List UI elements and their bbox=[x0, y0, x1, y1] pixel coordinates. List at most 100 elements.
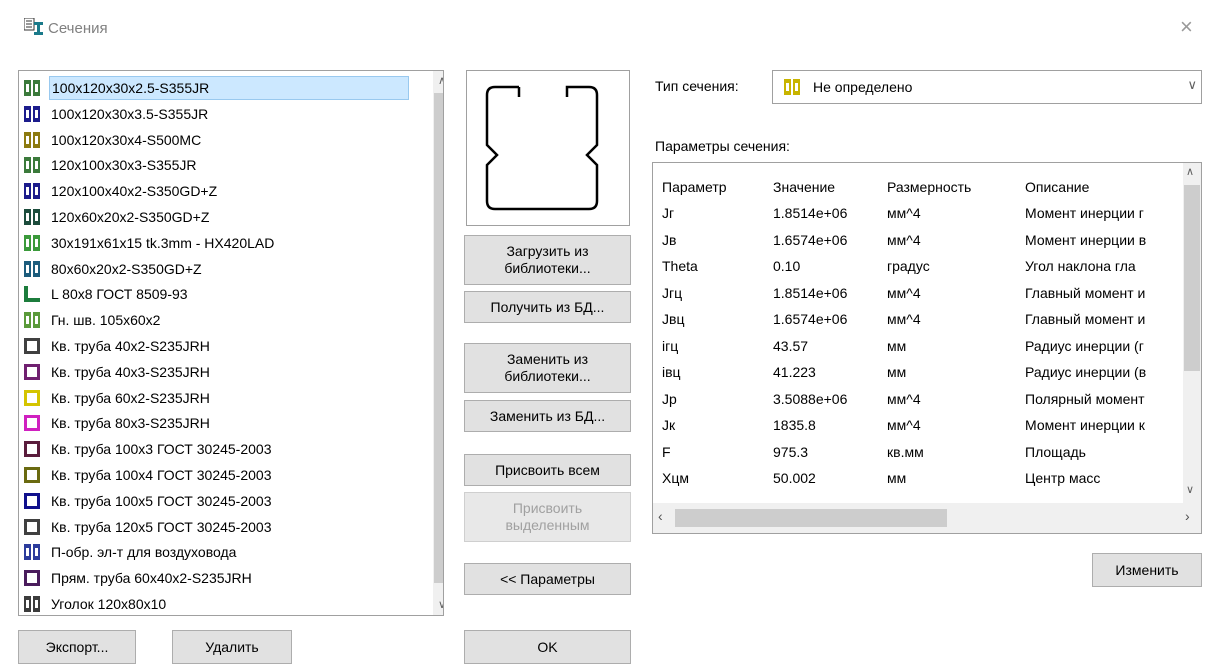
list-item-label: Гн. шв. 105x60x2 bbox=[51, 312, 161, 329]
param-cell: Theta bbox=[662, 258, 698, 274]
list-item-label: 100x120x30x4-S500MC bbox=[51, 131, 202, 148]
description-cell: Центр масс bbox=[1025, 470, 1101, 486]
scroll-down-icon[interactable]: ∨ bbox=[1186, 483, 1194, 496]
description-cell: Момент инерции к bbox=[1025, 417, 1145, 433]
table-row[interactable]: F 975.3 кв.мм Площадь bbox=[653, 440, 1183, 464]
close-icon[interactable]: × bbox=[1180, 16, 1193, 38]
section-shape-drawing bbox=[485, 85, 599, 211]
section-preview bbox=[466, 70, 630, 226]
replace-from-db-button[interactable]: Заменить из БД... bbox=[464, 400, 631, 432]
description-cell: Радиус инерции (г bbox=[1025, 337, 1144, 354]
column-header-param[interactable]: Параметр bbox=[662, 175, 770, 199]
table-horizontal-scroll-thumb[interactable] bbox=[675, 509, 947, 527]
list-item-label: 80x60x20x2-S350GD+Z bbox=[51, 260, 202, 277]
description-cell: Главный момент и bbox=[1025, 311, 1146, 327]
cold-formed-profile-icon bbox=[24, 80, 40, 96]
scroll-down-icon[interactable]: ∨ bbox=[433, 595, 443, 615]
table-row[interactable]: iгц 43.57 мм Радиус инерции (г bbox=[653, 334, 1183, 358]
section-params-table[interactable]: Параметр Значение Размерность Описание J… bbox=[652, 162, 1202, 534]
window-title: Сечения bbox=[48, 20, 108, 37]
load-from-library-button[interactable]: Загрузить из библиотеки... bbox=[464, 235, 631, 285]
sections-app-icon bbox=[24, 18, 43, 35]
angle-profile-icon bbox=[24, 286, 40, 303]
scroll-right-icon[interactable]: › bbox=[1185, 508, 1190, 524]
table-row[interactable]: Theta 0.10 градус Угол наклона гла bbox=[653, 254, 1183, 278]
scroll-up-icon[interactable]: ∧ bbox=[433, 71, 443, 91]
sections-list[interactable]: Швеллер ГОСТ 160-65-7.5Уголок 120x80x10П… bbox=[18, 70, 444, 616]
table-vertical-scroll-thumb[interactable] bbox=[1184, 185, 1200, 371]
delete-button[interactable]: Удалить bbox=[172, 630, 292, 664]
unit-cell: мм^4 bbox=[887, 417, 921, 433]
description-cell: Момент инерции в bbox=[1025, 231, 1147, 248]
parameters-toggle-button[interactable]: << Параметры bbox=[464, 563, 631, 595]
assign-selected-button[interactable]: Присвоить выделенным bbox=[464, 492, 631, 542]
list-item-label: 120x60x20x2-S350GD+Z bbox=[51, 209, 210, 225]
param-cell: F bbox=[662, 443, 671, 460]
cold-formed-profile-icon bbox=[24, 596, 40, 612]
ok-button[interactable]: OK bbox=[464, 630, 631, 664]
value-cell: 50.002 bbox=[773, 470, 816, 486]
list-item-label: Прям. труба 60x40x2-S235JRH bbox=[51, 570, 252, 587]
table-row[interactable]: Jвц 1.6574e+06 мм^4 Главный момент и bbox=[653, 307, 1183, 331]
scroll-left-icon[interactable]: ‹ bbox=[658, 508, 663, 524]
value-cell: 975.3 bbox=[773, 443, 809, 460]
square-tube-icon bbox=[24, 467, 40, 483]
cold-formed-profile-icon bbox=[24, 131, 40, 148]
table-header-row: Параметр Значение Размерность Описание bbox=[653, 175, 1183, 199]
list-item-label: Кв. труба 120x5 ГОСТ 30245-2003 bbox=[51, 518, 272, 535]
cold-formed-profile-icon bbox=[24, 157, 40, 174]
square-tube-icon bbox=[24, 415, 40, 432]
value-cell: 1835.8 bbox=[773, 417, 816, 433]
cold-formed-profile-icon bbox=[24, 260, 40, 277]
column-header-description[interactable]: Описание bbox=[1025, 175, 1183, 199]
table-row[interactable]: Xцм 50.002 мм Центр масс bbox=[653, 466, 1183, 490]
table-row[interactable]: iвц 41.223 мм Радиус инерции (в bbox=[653, 360, 1183, 384]
table-row[interactable]: Jp 3.5088e+06 мм^4 Полярный момент bbox=[653, 387, 1183, 411]
chevron-down-icon[interactable]: ∨ bbox=[1187, 77, 1197, 93]
table-row[interactable]: Jв 1.6574e+06 мм^4 Момент инерции в bbox=[653, 228, 1183, 252]
cold-formed-profile-icon bbox=[24, 183, 40, 200]
description-cell: Площадь bbox=[1025, 443, 1086, 460]
column-header-value[interactable]: Значение bbox=[773, 175, 885, 199]
section-params-label: Параметры сечения: bbox=[655, 138, 790, 154]
value-cell: 43.57 bbox=[773, 337, 809, 354]
list-scrollbar[interactable]: ∧ ∨ bbox=[433, 71, 443, 615]
list-item-label: 100x120x30x3.5-S355JR bbox=[51, 105, 209, 122]
unit-cell: градус bbox=[887, 258, 930, 274]
table-row[interactable]: Jгц 1.8514e+06 мм^4 Главный момент и bbox=[653, 281, 1183, 305]
square-tube-icon bbox=[24, 389, 40, 406]
unit-cell: мм^4 bbox=[887, 390, 921, 407]
edit-button[interactable]: Изменить bbox=[1092, 553, 1202, 587]
param-cell: Jвц bbox=[662, 311, 685, 327]
value-cell: 1.6574e+06 bbox=[773, 231, 848, 248]
get-from-db-button[interactable]: Получить из БД... bbox=[464, 291, 631, 323]
column-header-unit[interactable]: Размерность bbox=[887, 175, 1023, 199]
param-cell: Xцм bbox=[662, 470, 689, 486]
param-cell: Jв bbox=[662, 231, 677, 248]
table-row[interactable]: Jг 1.8514e+06 мм^4 Момент инерции г bbox=[653, 201, 1183, 225]
unit-cell: мм bbox=[887, 337, 907, 354]
square-tube-icon bbox=[24, 492, 40, 509]
list-item-label: L 80x8 ГОСТ 8509-93 bbox=[51, 286, 188, 303]
cold-formed-profile-icon bbox=[24, 312, 40, 329]
unit-cell: мм^4 bbox=[887, 284, 921, 301]
assign-all-button[interactable]: Присвоить всем bbox=[464, 454, 631, 486]
section-type-select[interactable]: Не определено ∨ bbox=[772, 70, 1202, 104]
table-vertical-scrollbar[interactable]: ∧ ∨ bbox=[1183, 163, 1201, 503]
square-tube-icon bbox=[24, 570, 40, 587]
list-scroll-thumb[interactable] bbox=[434, 93, 443, 583]
replace-from-library-button[interactable]: Заменить из библиотеки... bbox=[464, 343, 631, 393]
unit-cell: мм bbox=[887, 364, 907, 380]
list-item-label: Кв. труба 60x2-S235JRH bbox=[51, 389, 210, 406]
table-row[interactable]: Jк 1835.8 мм^4 Момент инерции к bbox=[653, 413, 1183, 437]
description-cell: Угол наклона гла bbox=[1025, 258, 1136, 274]
cold-formed-profile-icon bbox=[24, 209, 40, 225]
unit-cell: мм^4 bbox=[887, 231, 921, 248]
list-item-label: 120x100x30x3-S355JR bbox=[51, 157, 197, 174]
unit-cell: мм^4 bbox=[887, 205, 921, 221]
scroll-up-icon[interactable]: ∧ bbox=[1186, 165, 1194, 178]
table-horizontal-scrollbar[interactable]: ‹ › bbox=[653, 503, 1201, 533]
list-item-label: Кв. труба 100x5 ГОСТ 30245-2003 bbox=[51, 492, 272, 509]
unit-cell: кв.мм bbox=[887, 443, 924, 460]
export-button[interactable]: Экспорт... bbox=[18, 630, 136, 664]
